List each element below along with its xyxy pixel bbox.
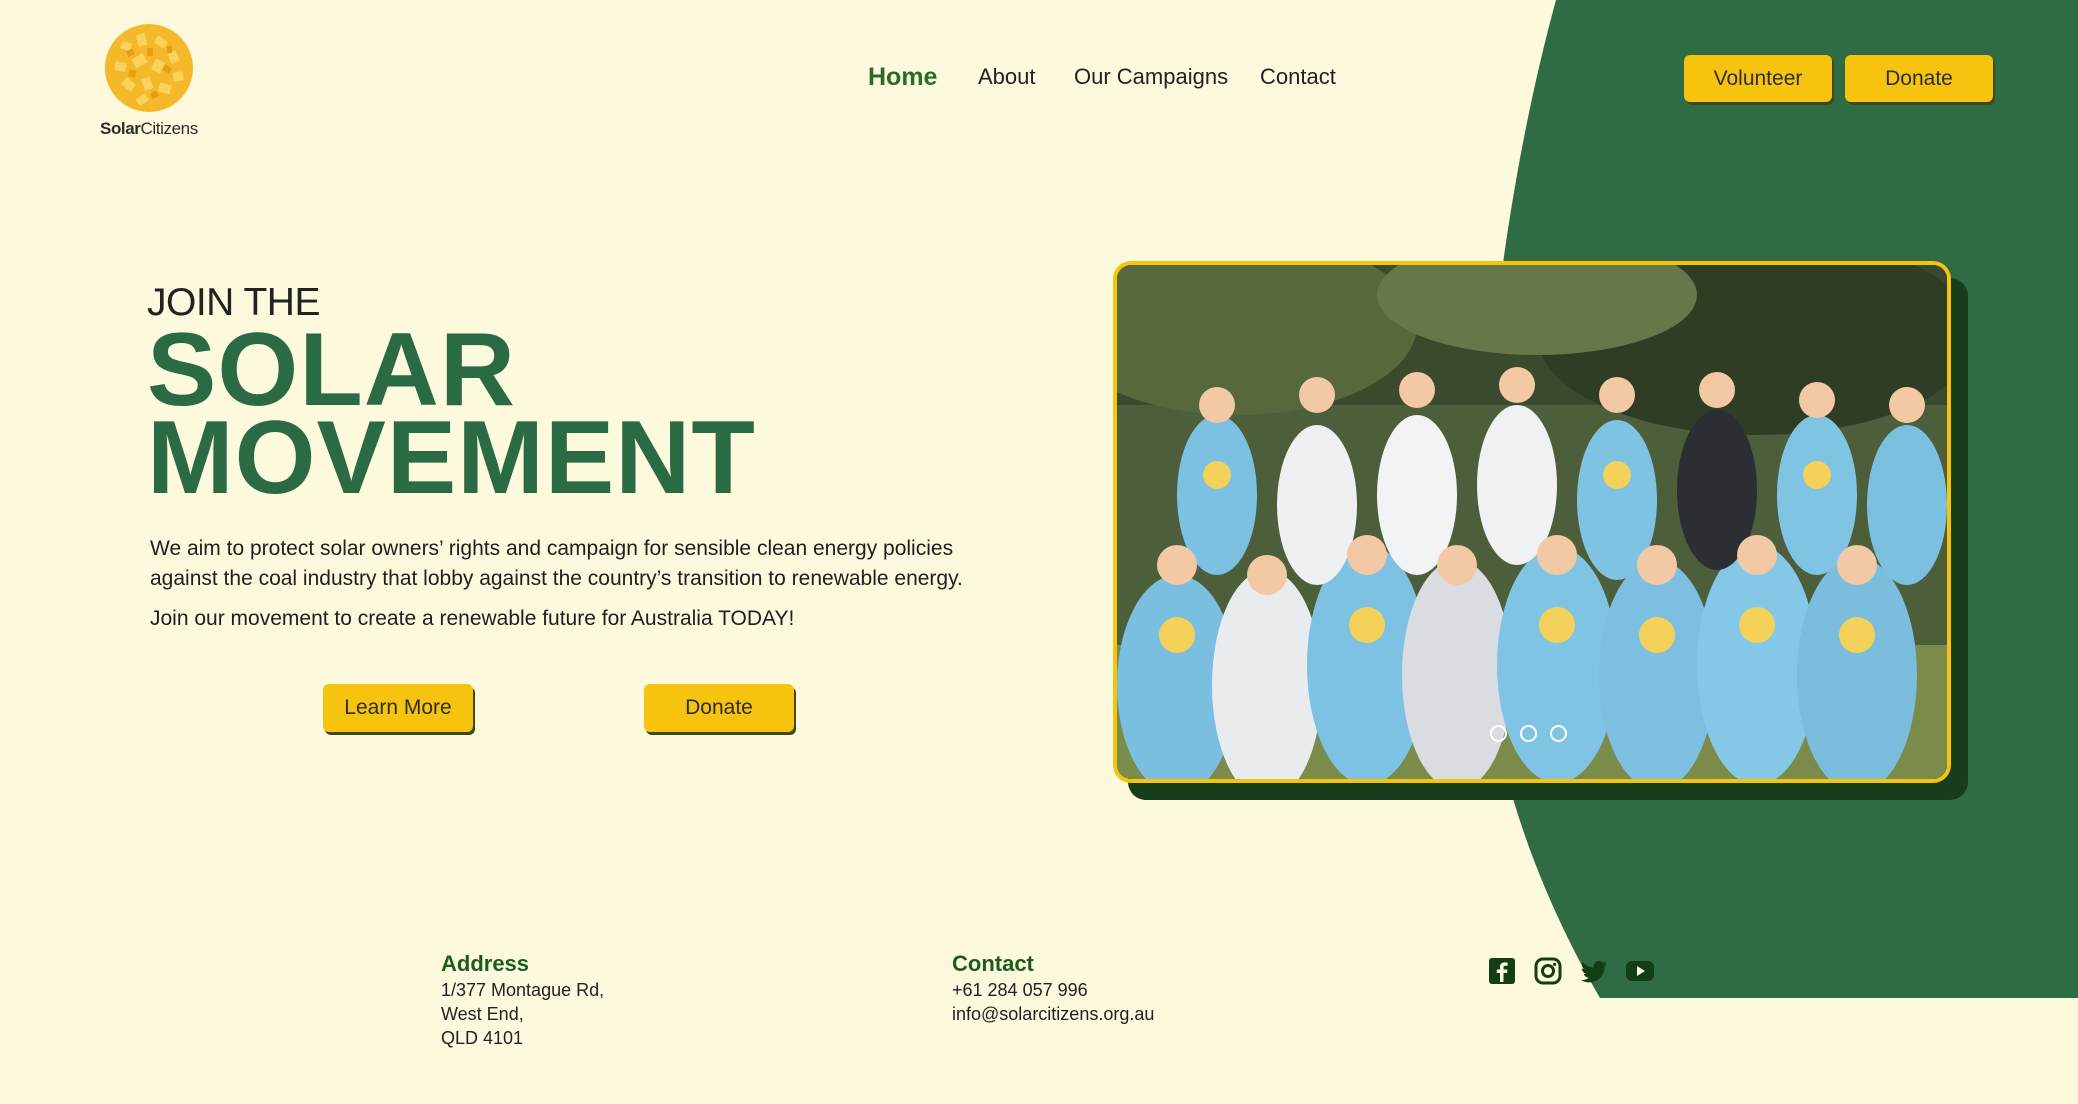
header-donate-button[interactable]: Donate xyxy=(1845,55,1993,102)
volunteer-button[interactable]: Volunteer xyxy=(1684,55,1832,102)
hero-paragraph-cta: Join our movement to create a renewable … xyxy=(150,607,795,630)
twitter-icon[interactable] xyxy=(1578,955,1610,987)
hero-heading-block: JOIN THE SOLAR MOVEMENT xyxy=(147,280,756,510)
headline-line-2: MOVEMENT xyxy=(147,400,756,516)
sun-mosaic-icon xyxy=(105,24,193,112)
contact-email[interactable]: info@solarcitizens.org.au xyxy=(952,1002,1154,1026)
learn-more-button[interactable]: Learn More xyxy=(323,684,473,732)
nav-about[interactable]: About xyxy=(978,64,1036,90)
hero-paragraph-mission: We aim to protect solar owners’ rights a… xyxy=(150,537,963,590)
address-line-2: West End, xyxy=(441,1004,524,1024)
nav-contact[interactable]: Contact xyxy=(1260,64,1336,90)
hero-headline: SOLAR MOVEMENT xyxy=(147,318,756,510)
hero-donate-button[interactable]: Donate xyxy=(644,684,794,732)
address-line-3: QLD 4101 xyxy=(441,1028,524,1048)
contact-title: Contact xyxy=(952,951,1034,976)
youtube-icon[interactable] xyxy=(1624,955,1656,987)
address-title: Address xyxy=(441,951,530,976)
site-header: SolarCitizens Home About Our Campaigns C… xyxy=(0,0,2078,160)
nav-our-campaigns[interactable]: Our Campaigns xyxy=(1074,64,1228,90)
footer-contact: Contact +61 284 057 996 info@solarcitize… xyxy=(952,952,1154,1026)
contact-phone[interactable]: +61 284 057 996 xyxy=(952,978,1154,1002)
carousel-dot-2[interactable] xyxy=(1520,725,1537,742)
hero-carousel-image xyxy=(1113,261,1951,783)
social-links xyxy=(1486,955,1656,987)
logo-wordmark: SolarCitizens xyxy=(100,119,198,138)
group-photo xyxy=(1117,265,1947,779)
carousel-dot-3[interactable] xyxy=(1550,725,1567,742)
instagram-icon[interactable] xyxy=(1532,955,1564,987)
nav-home[interactable]: Home xyxy=(868,63,937,92)
carousel-dot-1[interactable] xyxy=(1490,725,1507,742)
address-line-1: 1/377 Montague Rd, xyxy=(441,980,605,1000)
facebook-icon[interactable] xyxy=(1486,955,1518,987)
solar-citizens-logo[interactable]: SolarCitizens xyxy=(100,22,200,142)
footer-address: Address 1/377 Montague Rd, West End, QLD… xyxy=(441,952,604,1050)
carousel-dots xyxy=(1490,725,1567,742)
